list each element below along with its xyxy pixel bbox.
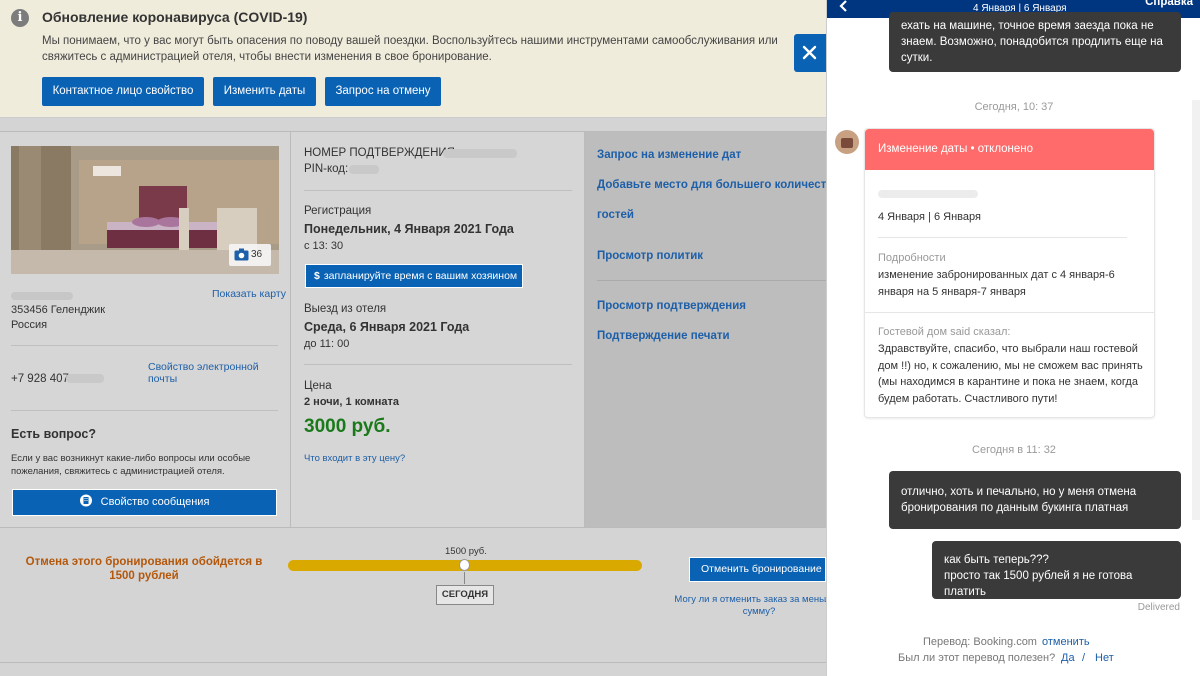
dollar-icon: $: [314, 270, 320, 282]
close-icon: [802, 45, 817, 60]
print-confirmation-link[interactable]: Подтверждение печати: [597, 330, 730, 342]
checkin-time: с 13: 30: [304, 240, 344, 252]
camera-icon: [234, 248, 249, 261]
slider-handle[interactable]: [459, 559, 470, 571]
divider: [304, 190, 572, 191]
divider: [865, 312, 1154, 313]
change-dates-button[interactable]: Изменить даты: [213, 77, 316, 106]
timestamp: Сегодня, 10: 37: [974, 101, 1054, 113]
phone-number: +7 928 407: [11, 373, 69, 385]
chat-scrollbar[interactable]: [1192, 100, 1200, 520]
blurred-confirmation: [443, 149, 517, 158]
checkout-date: Среда, 6 Января 2021 Года: [304, 320, 470, 334]
contact-property-button[interactable]: Контактное лицо свойство: [42, 77, 204, 106]
checkout-time: до 11: 00: [304, 338, 350, 350]
today-label: СЕГОДНЯ: [436, 585, 494, 605]
blurred-name: [878, 190, 978, 198]
hotel-photo[interactable]: 36: [11, 146, 279, 274]
message-property-button[interactable]: Свойство сообщения: [12, 489, 277, 516]
cancellation-section: Отмена этого бронирования обойдется в 15…: [0, 528, 844, 663]
chat-panel: 4 Января | 6 Января Справка ехать на маш…: [826, 0, 1200, 676]
slider-value: 1500 руб.: [445, 546, 487, 557]
details-label: Подробности: [878, 252, 946, 264]
banner-text: Мы понимаем, что у вас могут быть опасен…: [42, 35, 778, 63]
blurred-street: [11, 292, 73, 300]
cancel-booking-button[interactable]: Отменить бронирование: [689, 557, 826, 582]
avatar-photo: [841, 138, 853, 148]
divider: [11, 410, 278, 411]
email-property-link[interactable]: Свойство электронной почты: [148, 361, 290, 385]
price-details-link[interactable]: Что входит в эту цену?: [304, 453, 405, 464]
booking-details: 36 Показать карту 353456 Геленджик Росси…: [0, 131, 840, 528]
question-title: Есть вопрос?: [11, 427, 96, 441]
guest-message-text: Здравствуйте, спасибо, что выбрали наш г…: [878, 343, 1143, 405]
add-guests-link[interactable]: Добавьте место для большего количества: [597, 179, 840, 191]
confirmation-label: НОМЕР ПОДТВЕРЖДЕНИЯ:: [304, 147, 459, 159]
view-confirmation-link[interactable]: Просмотр подтверждения: [597, 300, 746, 312]
pin-label: PIN-код:: [304, 163, 349, 175]
message-button-label: Свойство сообщения: [100, 496, 210, 508]
message-bubble-outgoing: как быть теперь??? просто так 1500 рубле…: [932, 541, 1181, 599]
message-line: как быть теперь???: [944, 554, 1049, 566]
guest-said-label: Гостевой дом said сказал:: [878, 326, 1011, 338]
close-chat-button[interactable]: [794, 34, 826, 72]
message-line: просто так 1500 рублей я не готова плати…: [944, 570, 1133, 598]
useful-yes-link[interactable]: Да: [1061, 652, 1075, 664]
divider: [11, 345, 278, 346]
card-dates: 4 Января | 6 Января: [878, 211, 981, 223]
banner-title: Обновление коронавируса (COVID-19): [42, 9, 308, 25]
add-guests-link-cont[interactable]: гостей: [597, 209, 634, 221]
country: Россия: [11, 319, 48, 331]
question-text: Если у вас возникнут какие-либо вопросы …: [11, 453, 251, 477]
booking-info-column: НОМЕР ПОДТВЕРЖДЕНИЯ: PIN-код: Регистраци…: [291, 132, 585, 527]
help-link[interactable]: Справка: [1145, 0, 1193, 8]
photo-count-badge[interactable]: 36: [229, 244, 271, 266]
building-icon: [79, 494, 92, 507]
cancel-request-button[interactable]: Запрос на отмену: [325, 77, 441, 106]
useful-separator: /: [1082, 652, 1086, 664]
hotel-column: 36 Показать карту 353456 Геленджик Росси…: [0, 132, 291, 527]
address-line: 353456 Геленджик: [11, 304, 106, 316]
blurred-phone: [66, 374, 104, 383]
translation-label: Перевод: Booking.com: [923, 636, 1037, 648]
divider: [878, 237, 1127, 238]
schedule-label: запланируйте время с вашим хозяином: [323, 270, 518, 282]
host-avatar: [835, 130, 859, 154]
date-change-status: Изменение даты • отклонено: [865, 129, 1154, 170]
price-description: 2 ночи, 1 комната: [304, 396, 400, 408]
slider-tick: [464, 572, 465, 584]
translation-useful-question: Был ли этот перевод полезен?: [898, 652, 1056, 664]
message-bubble-outgoing: ехать на машине, точное время заезда пок…: [889, 12, 1181, 72]
checkout-label: Выезд из отеля: [304, 303, 387, 315]
covid-banner: i Обновление коронавируса (COVID-19) Мы …: [0, 0, 826, 118]
blurred-pin: [349, 165, 379, 174]
useful-no-link[interactable]: Нет: [1095, 652, 1114, 664]
info-icon: i: [11, 9, 29, 27]
schedule-time-button[interactable]: $ запланируйте время с вашим хозяином: [305, 264, 523, 288]
change-dates-link[interactable]: Запрос на изменение дат: [597, 149, 741, 161]
divider: [597, 280, 826, 281]
checkin-label: Регистрация: [304, 205, 372, 217]
timestamp: Сегодня в 11: 32: [972, 444, 1056, 456]
price-amount: 3000 руб.: [304, 416, 391, 437]
checkin-date: Понедельник, 4 Января 2021 Года: [304, 222, 514, 236]
details-text: изменение забронированных дат с 4 января…: [878, 269, 1115, 298]
cancel-cost-text: Отмена этого бронирования обойдется в 15…: [25, 556, 263, 582]
actions-column: Запрос на изменение дат Добавьте место д…: [585, 132, 840, 527]
date-change-card: Изменение даты • отклонено 4 Января | 6 …: [864, 128, 1155, 418]
divider: [304, 364, 572, 365]
show-map-link[interactable]: Показать карту: [212, 288, 286, 300]
undo-translation-link[interactable]: отменить: [1042, 636, 1090, 648]
message-bubble-outgoing: отлично, хоть и печально, но у меня отме…: [889, 471, 1181, 529]
back-arrow-icon[interactable]: [837, 0, 851, 14]
view-policies-link[interactable]: Просмотр политик: [597, 250, 703, 262]
photo-count: 36: [251, 249, 263, 260]
price-label: Цена: [304, 380, 332, 392]
delivered-status: Delivered: [1137, 602, 1180, 613]
